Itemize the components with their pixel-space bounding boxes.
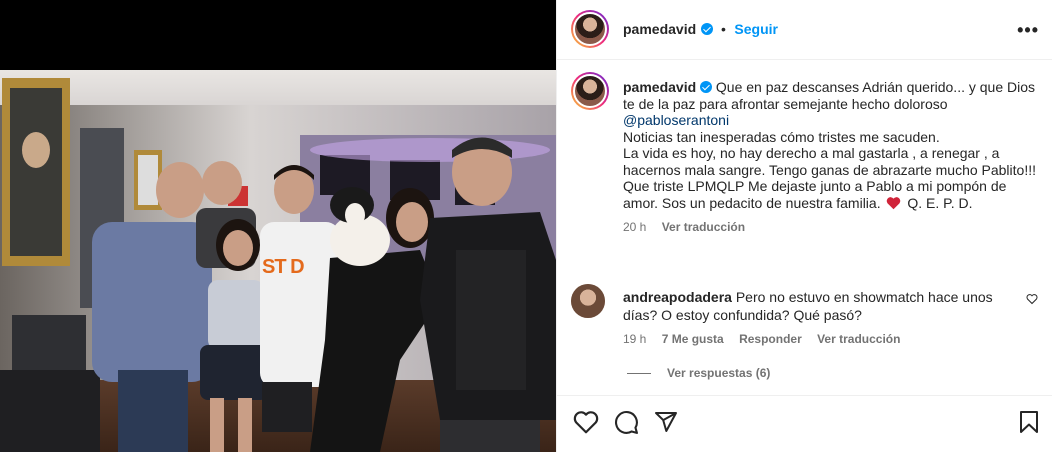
commenter-username[interactable]: andreapodadera bbox=[623, 289, 732, 305]
post-header: pamedavid • Seguir ••• bbox=[557, 0, 1052, 60]
post-actions-bar bbox=[557, 395, 1052, 452]
red-heart-emoji-icon bbox=[887, 196, 901, 209]
comment-likes[interactable]: 7 Me gusta bbox=[662, 332, 724, 346]
comment-meta: 19 h 7 Me gusta Responder Ver traducción bbox=[623, 330, 1018, 348]
caption-text-4: Q. E. P. D. bbox=[907, 194, 973, 211]
caption-meta: 20 h Ver traducción bbox=[623, 219, 1043, 236]
caption-mention-link[interactable]: @pabloserantoni bbox=[623, 112, 729, 128]
shirt-print-text: ST D bbox=[262, 256, 305, 278]
save-bookmark-icon[interactable] bbox=[1019, 410, 1039, 434]
replies-divider bbox=[627, 373, 651, 375]
comment-reply-button[interactable]: Responder bbox=[739, 332, 802, 346]
group-photo-image bbox=[0, 0, 556, 452]
caption-text-2: Noticias tan inesperadas cómo tristes me… bbox=[623, 128, 940, 145]
comment-time[interactable]: 19 h bbox=[623, 332, 646, 346]
caption-time[interactable]: 20 h bbox=[623, 220, 646, 234]
more-options-icon[interactable]: ••• bbox=[1017, 20, 1039, 41]
comment-like-heart-icon[interactable] bbox=[1026, 293, 1038, 305]
post-sidebar: pamedavid • Seguir ••• pamedavid Que en … bbox=[556, 0, 1052, 452]
post-caption: pamedavid Que en paz descanses Adrián qu… bbox=[623, 79, 1043, 236]
share-send-icon[interactable] bbox=[654, 410, 678, 434]
separator-dot: • bbox=[721, 21, 726, 37]
view-replies-label: Ver respuestas (6) bbox=[667, 366, 771, 380]
caption-text-3: La vida es hoy, no hay derecho a mal gas… bbox=[623, 145, 1036, 211]
like-heart-icon[interactable] bbox=[573, 410, 599, 434]
author-avatar[interactable] bbox=[571, 10, 609, 48]
post-photo[interactable]: ST D bbox=[0, 0, 556, 452]
comment-bubble-icon[interactable] bbox=[614, 410, 639, 435]
caption-translate-link[interactable]: Ver traducción bbox=[662, 220, 745, 234]
commenter-avatar[interactable] bbox=[571, 284, 605, 318]
comment-translate-link[interactable]: Ver traducción bbox=[817, 332, 900, 346]
caption-author-avatar[interactable] bbox=[571, 72, 609, 110]
verified-badge-icon bbox=[700, 81, 713, 93]
author-username[interactable]: pamedavid bbox=[623, 21, 696, 37]
view-replies-button[interactable]: Ver respuestas (6) bbox=[627, 366, 770, 380]
caption-author-username[interactable]: pamedavid bbox=[623, 79, 696, 95]
comment-item: andreapodadera Pero no estuvo en showmat… bbox=[623, 288, 1018, 348]
follow-button[interactable]: Seguir bbox=[734, 21, 778, 37]
verified-badge-icon bbox=[700, 23, 713, 35]
